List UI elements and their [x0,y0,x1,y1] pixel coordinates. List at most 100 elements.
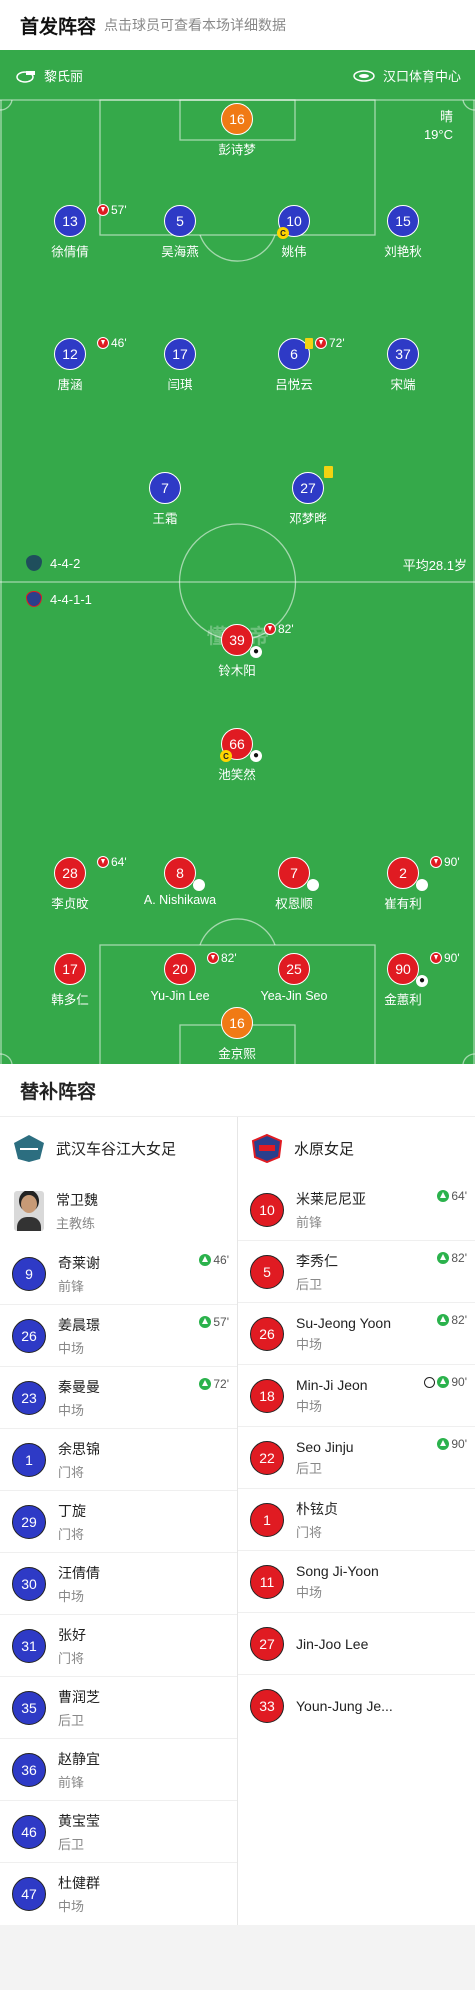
sub-player-row[interactable]: 31 张好 门将 [0,1615,237,1677]
away-player[interactable]: 7 权恩顺 [239,857,349,912]
sub-player-row[interactable]: 46 黄宝莹 后卫 [0,1801,237,1863]
sub-player-row[interactable]: 47 杜健群 中场 [0,1863,237,1925]
home-player[interactable]: 10 C 姚伟 [239,205,349,260]
away-player[interactable]: 28 64' 李贞旼 [15,855,126,912]
sub-player-row[interactable]: 18 Min-Ji Jeon 中场 90' [238,1365,475,1427]
sub-player-row[interactable]: 35 曹润芝 后卫 [0,1677,237,1739]
away-team-header[interactable]: 水原女足 [238,1117,475,1179]
referee-name: 黎氏丽 [44,69,84,84]
away-player[interactable]: 17 韩多仁 [15,953,125,1008]
sub-in-time: 46' [199,1253,229,1267]
away-player[interactable]: 90 90' ● 金蕙利 [348,951,460,1008]
sub-in-icon [437,1252,450,1264]
home-subs-column: 武汉车谷江大女足 常卫魏 主教练 9 奇莱谢 前锋 46' 26 姜晨璟 中场 57' 23… [0,1117,238,1925]
home-player[interactable]: 12 46' 唐涵 [15,336,127,393]
page-footer [0,1938,475,1990]
away-subs-column: 水原女足 10 米莱尼尼亚 前锋 64' 5 李秀仁 后卫 82' 26 Su-Jeong Y… [238,1117,475,1925]
goal-icon: ● [416,975,428,987]
sub-out-icon [97,337,109,349]
sub-in-time: 90' [437,1437,467,1451]
sub-in-time: 57' [199,1315,229,1329]
sub-player-row[interactable]: 23 秦曼曼 中场 72' [0,1367,237,1429]
home-team-name: 武汉车谷江大女足 [56,1140,177,1158]
weather-info: 晴 19°C [424,108,453,144]
sub-player-row[interactable]: 22 Seo Jinju 后卫 90' [238,1427,475,1489]
lineup-header: 首发阵容 点击球员可查看本场详细数据 [0,0,475,50]
away-player[interactable]: 66 C ● 池笑然 [182,728,292,783]
sub-out-event: 90' [430,951,460,965]
sub-out-icon [97,856,109,868]
sub-in-time: 82' [437,1251,467,1265]
away-player[interactable]: 20 82' Yu-Jin Lee [125,951,237,1003]
sub-out-event: 82' [264,622,294,636]
sub-player-row[interactable]: 30 汪倩倩 中场 [0,1553,237,1615]
home-player[interactable]: 16 彭诗梦 [182,103,292,158]
sub-player-row[interactable]: 9 奇莱谢 前锋 46' [0,1243,237,1305]
home-avg-age: 平均28.1岁 [402,558,467,573]
sub-player-row[interactable]: 29 丁旋 门将 [0,1491,237,1553]
coach-role: 主教练 [56,1216,96,1231]
sub-in-icon [437,1438,450,1450]
sub-player-row[interactable]: 1 余思锦 门将 [0,1429,237,1491]
home-player[interactable]: 37 宋端 [348,338,458,393]
sub-player-row[interactable]: 26 姜晨璟 中场 57' [0,1305,237,1367]
sub-in-icon [437,1314,450,1326]
section-title: 首发阵容 [20,16,97,38]
sub-in-time: 82' [437,1313,467,1327]
home-player[interactable]: 13 57' 徐倩倩 [15,203,126,260]
home-coach[interactable]: 常卫魏 主教练 [0,1179,237,1243]
sub-out-icon [430,952,442,964]
away-player[interactable]: 8 A. Nishikawa [125,857,235,907]
away-formation: 4-4-1-1 [50,591,92,607]
sub-out-event: 82' [207,951,237,965]
goal-icon: ● [250,750,262,762]
sub-player-row[interactable]: 33 Youn-Jung Je... [238,1675,475,1737]
sub-player-row[interactable]: 10 米莱尼尼亚 前锋 64' [238,1179,475,1241]
goal-icon [424,1376,436,1388]
sub-player-row[interactable]: 1 朴铉贞 门将 [238,1489,475,1551]
away-player[interactable]: 39 82' ● 铃木阳 [182,622,294,679]
home-team-logo [14,1135,44,1162]
sub-player-row[interactable]: 26 Su-Jeong Yoon 中场 82' [238,1303,475,1365]
sub-in-time: 72' [199,1377,229,1391]
lineup-page: 首发阵容 点击球员可查看本场详细数据 黎氏丽 汉口体育中心 晴 19°C 4-4… [0,0,475,1990]
referee-info: 黎氏丽 [16,66,83,85]
sub-in-icon [199,1378,212,1390]
sub-out-icon [97,204,109,216]
sub-player-row[interactable]: 27 Jin-Joo Lee [238,1613,475,1675]
sub-in-icon [437,1190,450,1202]
away-formation-row: 4-4-1-1 [26,591,92,607]
own-goal-icon [307,879,319,891]
sub-in-icon [199,1316,212,1328]
home-player[interactable]: 15 刘艳秋 [348,205,458,260]
sub-player-row[interactable]: 36 赵静宜 前锋 [0,1739,237,1801]
home-player[interactable]: 5 吴海燕 [125,205,235,260]
sub-in-icon [437,1376,450,1388]
home-player[interactable]: 7 王霜 [110,472,220,527]
sub-player-row[interactable]: 5 李秀仁 后卫 82' [238,1241,475,1303]
sub-out-icon [207,952,219,964]
away-team-name: 水原女足 [294,1140,355,1158]
home-formation-row: 4-4-2 [26,555,80,571]
away-player[interactable]: 16 金京熙 [182,1007,292,1062]
goal-icon: ● [250,646,262,658]
home-player[interactable]: 27 邓梦晔 [253,466,363,527]
home-player[interactable]: 6 72' 吕悦云 [239,336,349,393]
temperature: 19°C [423,127,453,142]
sub-player-row[interactable]: 11 Song Ji-Yoon 中场 [238,1551,475,1613]
away-player[interactable]: 25 Yea-Jin Seo [239,953,349,1003]
sub-in-icon [199,1254,212,1266]
coach-avatar [14,1191,44,1231]
own-goal-icon [416,879,428,891]
sub-out-icon [315,337,327,349]
home-player[interactable]: 17 闫琪 [125,338,235,393]
away-team-logo [251,1133,283,1163]
subs-title: 替补阵容 [0,1064,475,1117]
yellow-card-icon [324,466,333,478]
away-player[interactable]: 2 90' 崔有利 [348,855,459,912]
venue-name: 汉口体育中心 [382,69,461,84]
coach-name: 常卫魏 [56,1192,98,1208]
whistle-icon [16,70,35,83]
captain-icon: C [220,750,232,762]
home-team-header[interactable]: 武汉车谷江大女足 [0,1117,237,1179]
